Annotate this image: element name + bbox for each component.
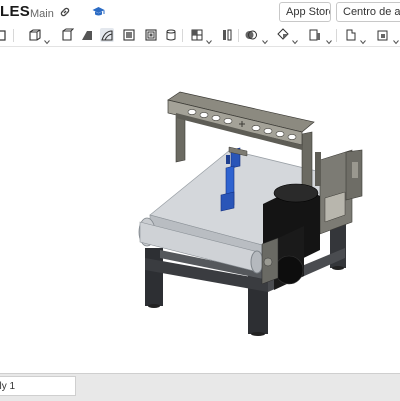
chevron-down-icon[interactable]	[360, 32, 366, 45]
toolbar-divider	[13, 29, 14, 42]
shell-icon[interactable]	[144, 28, 158, 42]
app-store-button[interactable]: App Store	[279, 2, 331, 22]
side-rail[interactable]	[315, 149, 363, 235]
branch-label[interactable]: Main	[30, 8, 54, 20]
sweep-icon[interactable]	[80, 28, 94, 42]
tab-assembly-label: bly 1	[0, 381, 16, 392]
extrude-icon[interactable]	[28, 28, 42, 42]
conveyor-gantry-model[interactable]	[0, 47, 400, 373]
chevron-down-icon[interactable]	[262, 32, 268, 45]
chevron-down-icon[interactable]	[44, 32, 50, 45]
graduation-cap-icon[interactable]	[92, 6, 105, 18]
document-title[interactable]: LES	[0, 3, 30, 20]
tab-assembly[interactable]: bly 1	[0, 376, 76, 396]
boolean-icon[interactable]	[244, 28, 258, 42]
toolbar-divider	[182, 29, 183, 42]
loft-icon[interactable]	[100, 28, 114, 42]
link-icon[interactable]	[59, 6, 71, 18]
plane-icon[interactable]	[308, 28, 322, 42]
toolbar-divider	[238, 29, 239, 42]
graphics-viewport[interactable]	[0, 47, 400, 373]
transform-icon[interactable]	[276, 28, 290, 42]
frame-icon[interactable]	[344, 28, 358, 42]
learning-center-button[interactable]: Centro de apre	[336, 2, 400, 22]
toolbar-divider	[336, 29, 337, 42]
document-tabs: bly 1	[0, 373, 400, 401]
fillet-icon[interactable]	[122, 28, 136, 42]
revolve-icon[interactable]	[60, 28, 74, 42]
chevron-down-icon[interactable]	[292, 32, 298, 45]
chevron-down-icon[interactable]	[326, 32, 332, 45]
mirror-icon[interactable]	[220, 28, 234, 42]
document-header: LES Main App Store Centro de apre	[0, 0, 400, 27]
feature-toolbar	[0, 26, 400, 47]
hole-icon[interactable]	[164, 28, 178, 42]
chevron-down-icon[interactable]	[206, 32, 212, 45]
sketch-tool-icon[interactable]	[0, 28, 8, 42]
chevron-down-icon[interactable]	[393, 32, 399, 45]
pattern-icon[interactable]	[190, 28, 204, 42]
sheet-metal-icon[interactable]	[376, 28, 390, 42]
